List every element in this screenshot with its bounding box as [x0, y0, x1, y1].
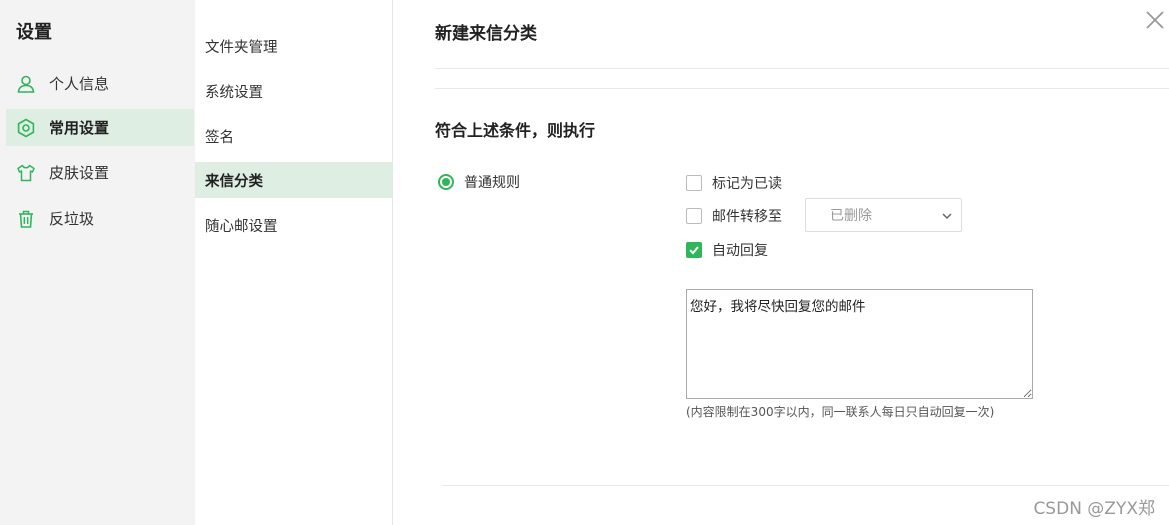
sidebar-item-label: 个人信息	[49, 75, 110, 93]
mark-read-option[interactable]: 标记为已读	[686, 173, 782, 193]
submenu-item-system-settings[interactable]: 系统设置	[195, 73, 393, 109]
section-title: 符合上述条件，则执行	[435, 121, 596, 140]
submenu-item-mail-classification[interactable]: 来信分类	[195, 162, 393, 198]
normal-rule-radio[interactable]: 普通规则	[438, 172, 520, 192]
submenu-item-label: 来信分类	[205, 173, 263, 190]
submenu-item-label: 签名	[205, 129, 234, 146]
auto-reply-option[interactable]: 自动回复	[686, 240, 768, 260]
auto-reply-checkbox[interactable]	[686, 242, 702, 258]
close-icon	[1146, 11, 1164, 29]
radio-label: 普通规则	[464, 175, 520, 191]
submenu-item-label: 随心邮设置	[205, 218, 278, 235]
submenu-item-label: 文件夹管理	[205, 39, 278, 56]
sidebar-item-anti-spam[interactable]: 反垃圾	[6, 200, 194, 237]
radio-button[interactable]	[438, 174, 454, 190]
shirt-icon	[16, 163, 36, 183]
new-classification-panel: 新建来信分类 符合上述条件，则执行 普通规则 标记为已读 邮件转移至 已删除 自…	[394, 0, 1169, 525]
divider	[435, 88, 1169, 89]
trash-icon	[16, 209, 36, 229]
sidebar-item-general-settings[interactable]: 常用设置	[6, 109, 194, 146]
submenu-item-label: 系统设置	[205, 84, 263, 101]
sidebar-item-skin-settings[interactable]: 皮肤设置	[6, 154, 194, 191]
auto-reply-textarea[interactable]: 您好，我将尽快回复您的邮件	[686, 289, 1033, 399]
close-button[interactable]	[1143, 8, 1167, 32]
divider	[435, 68, 1169, 69]
sidebar-item-personal-info[interactable]: 个人信息	[6, 65, 194, 102]
mark-read-checkbox[interactable]	[686, 175, 702, 191]
panel-title: 新建来信分类	[435, 24, 537, 44]
watermark: CSDN @ZYX郑	[1033, 499, 1155, 519]
sidebar-item-label: 反垃圾	[49, 210, 95, 228]
user-icon	[16, 74, 36, 94]
move-to-checkbox[interactable]	[686, 208, 702, 224]
chevron-down-icon	[942, 213, 952, 220]
mark-read-label: 标记为已读	[712, 176, 782, 192]
settings-sidebar: 设置 个人信息 常用设置 皮肤设置 反垃圾	[0, 0, 195, 525]
check-icon	[689, 246, 699, 255]
gear-icon	[16, 118, 36, 138]
sidebar-item-label: 常用设置	[49, 119, 110, 137]
reply-limit-hint: (内容限制在300字以内，同一联系人每日只自动回复一次)	[686, 405, 995, 419]
auto-reply-label: 自动回复	[712, 243, 768, 259]
folder-select-value: 已删除	[830, 208, 872, 224]
move-to-label: 邮件转移至	[712, 209, 782, 225]
settings-submenu: 文件夹管理 系统设置 签名 来信分类 随心邮设置	[195, 0, 393, 525]
submenu-item-suixin-mail-settings[interactable]: 随心邮设置	[195, 207, 393, 243]
sidebar-item-label: 皮肤设置	[49, 164, 110, 182]
move-to-option[interactable]: 邮件转移至	[686, 206, 782, 226]
sidebar-title: 设置	[16, 22, 52, 43]
divider	[442, 485, 1169, 486]
folder-select[interactable]: 已删除	[805, 198, 962, 232]
submenu-item-signature[interactable]: 签名	[195, 118, 393, 154]
submenu-item-folder-management[interactable]: 文件夹管理	[195, 28, 393, 64]
